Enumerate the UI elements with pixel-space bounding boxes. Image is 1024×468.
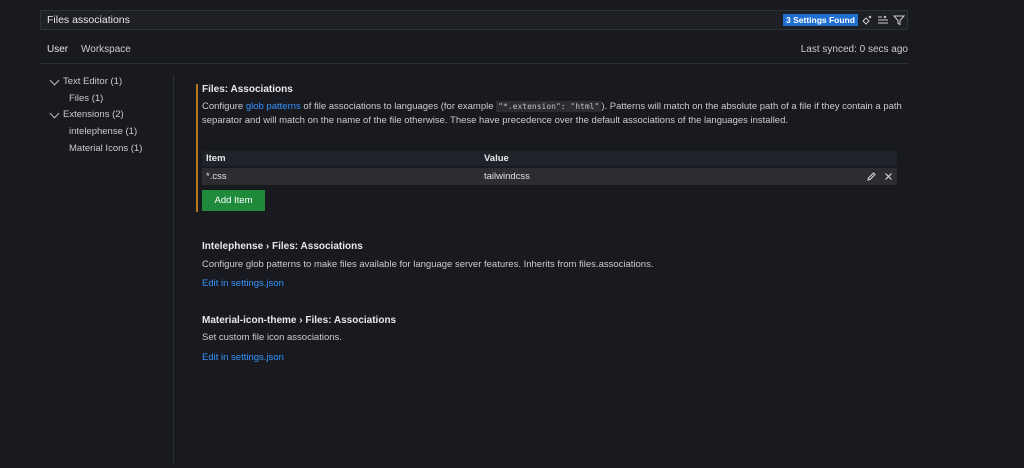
tree-item-label: Material Icons (1): [69, 143, 143, 154]
remove-icon[interactable]: [883, 171, 894, 182]
modified-indicator: [196, 84, 198, 212]
description-text: of file associations to languages (for e…: [300, 101, 497, 112]
sync-status: Last synced: 0 secs ago: [800, 44, 908, 55]
add-item-button[interactable]: Add Item: [202, 190, 265, 211]
tree-item-intelephense[interactable]: intelephense (1): [69, 126, 137, 137]
header-divider: [40, 63, 908, 64]
column-header-item: Item: [206, 153, 226, 164]
tree-item-label: Files (1): [69, 93, 104, 104]
setting-description: Configure glob patterns to make files av…: [202, 259, 654, 270]
setting-title: Material-icon-theme › Files: Association…: [202, 315, 397, 326]
glob-patterns-link[interactable]: glob patterns: [246, 101, 301, 112]
chevron-down-icon: [49, 108, 60, 119]
toc-divider: [173, 75, 174, 465]
description-text: Configure: [202, 101, 246, 112]
row-value: tailwindcss: [484, 171, 530, 182]
search-input[interactable]: Files associations: [47, 11, 130, 29]
tab-workspace[interactable]: Workspace: [81, 44, 131, 55]
settings-search-bar[interactable]: Files associations 3 Settings Found: [40, 10, 908, 30]
edit-icon[interactable]: [866, 171, 877, 182]
setting-description: Configure glob patterns of file associat…: [202, 100, 902, 127]
results-count-badge: 3 Settings Found: [783, 14, 858, 26]
list-filter-icon[interactable]: [877, 14, 889, 26]
tree-item-files[interactable]: Files (1): [69, 93, 103, 104]
setting-title: Files: Associations: [202, 84, 293, 95]
tree-item-label: Text Editor (1): [63, 76, 123, 87]
tree-item-label: intelephense (1): [69, 126, 138, 137]
chevron-down-icon: [49, 75, 60, 86]
example-code: "*.extension": "html": [496, 101, 602, 112]
setting-title: Intelephense › Files: Associations: [202, 241, 363, 252]
column-header-value: Value: [484, 153, 509, 164]
edit-in-settings-json-link[interactable]: Edit in settings.json: [202, 352, 284, 363]
edit-in-settings-json-link[interactable]: Edit in settings.json: [202, 278, 284, 289]
tree-item-material-icons[interactable]: Material Icons (1): [69, 143, 142, 154]
tree-item-label: Extensions (2): [63, 109, 124, 120]
clear-filter-icon[interactable]: [861, 14, 873, 26]
setting-description: Set custom file icon associations.: [202, 332, 342, 343]
filter-icon[interactable]: [893, 14, 905, 26]
tab-user[interactable]: User: [47, 44, 68, 55]
table-row[interactable]: *.css tailwindcss: [202, 168, 897, 185]
row-item: *.css: [206, 171, 227, 182]
table-header: Item Value: [202, 151, 897, 166]
